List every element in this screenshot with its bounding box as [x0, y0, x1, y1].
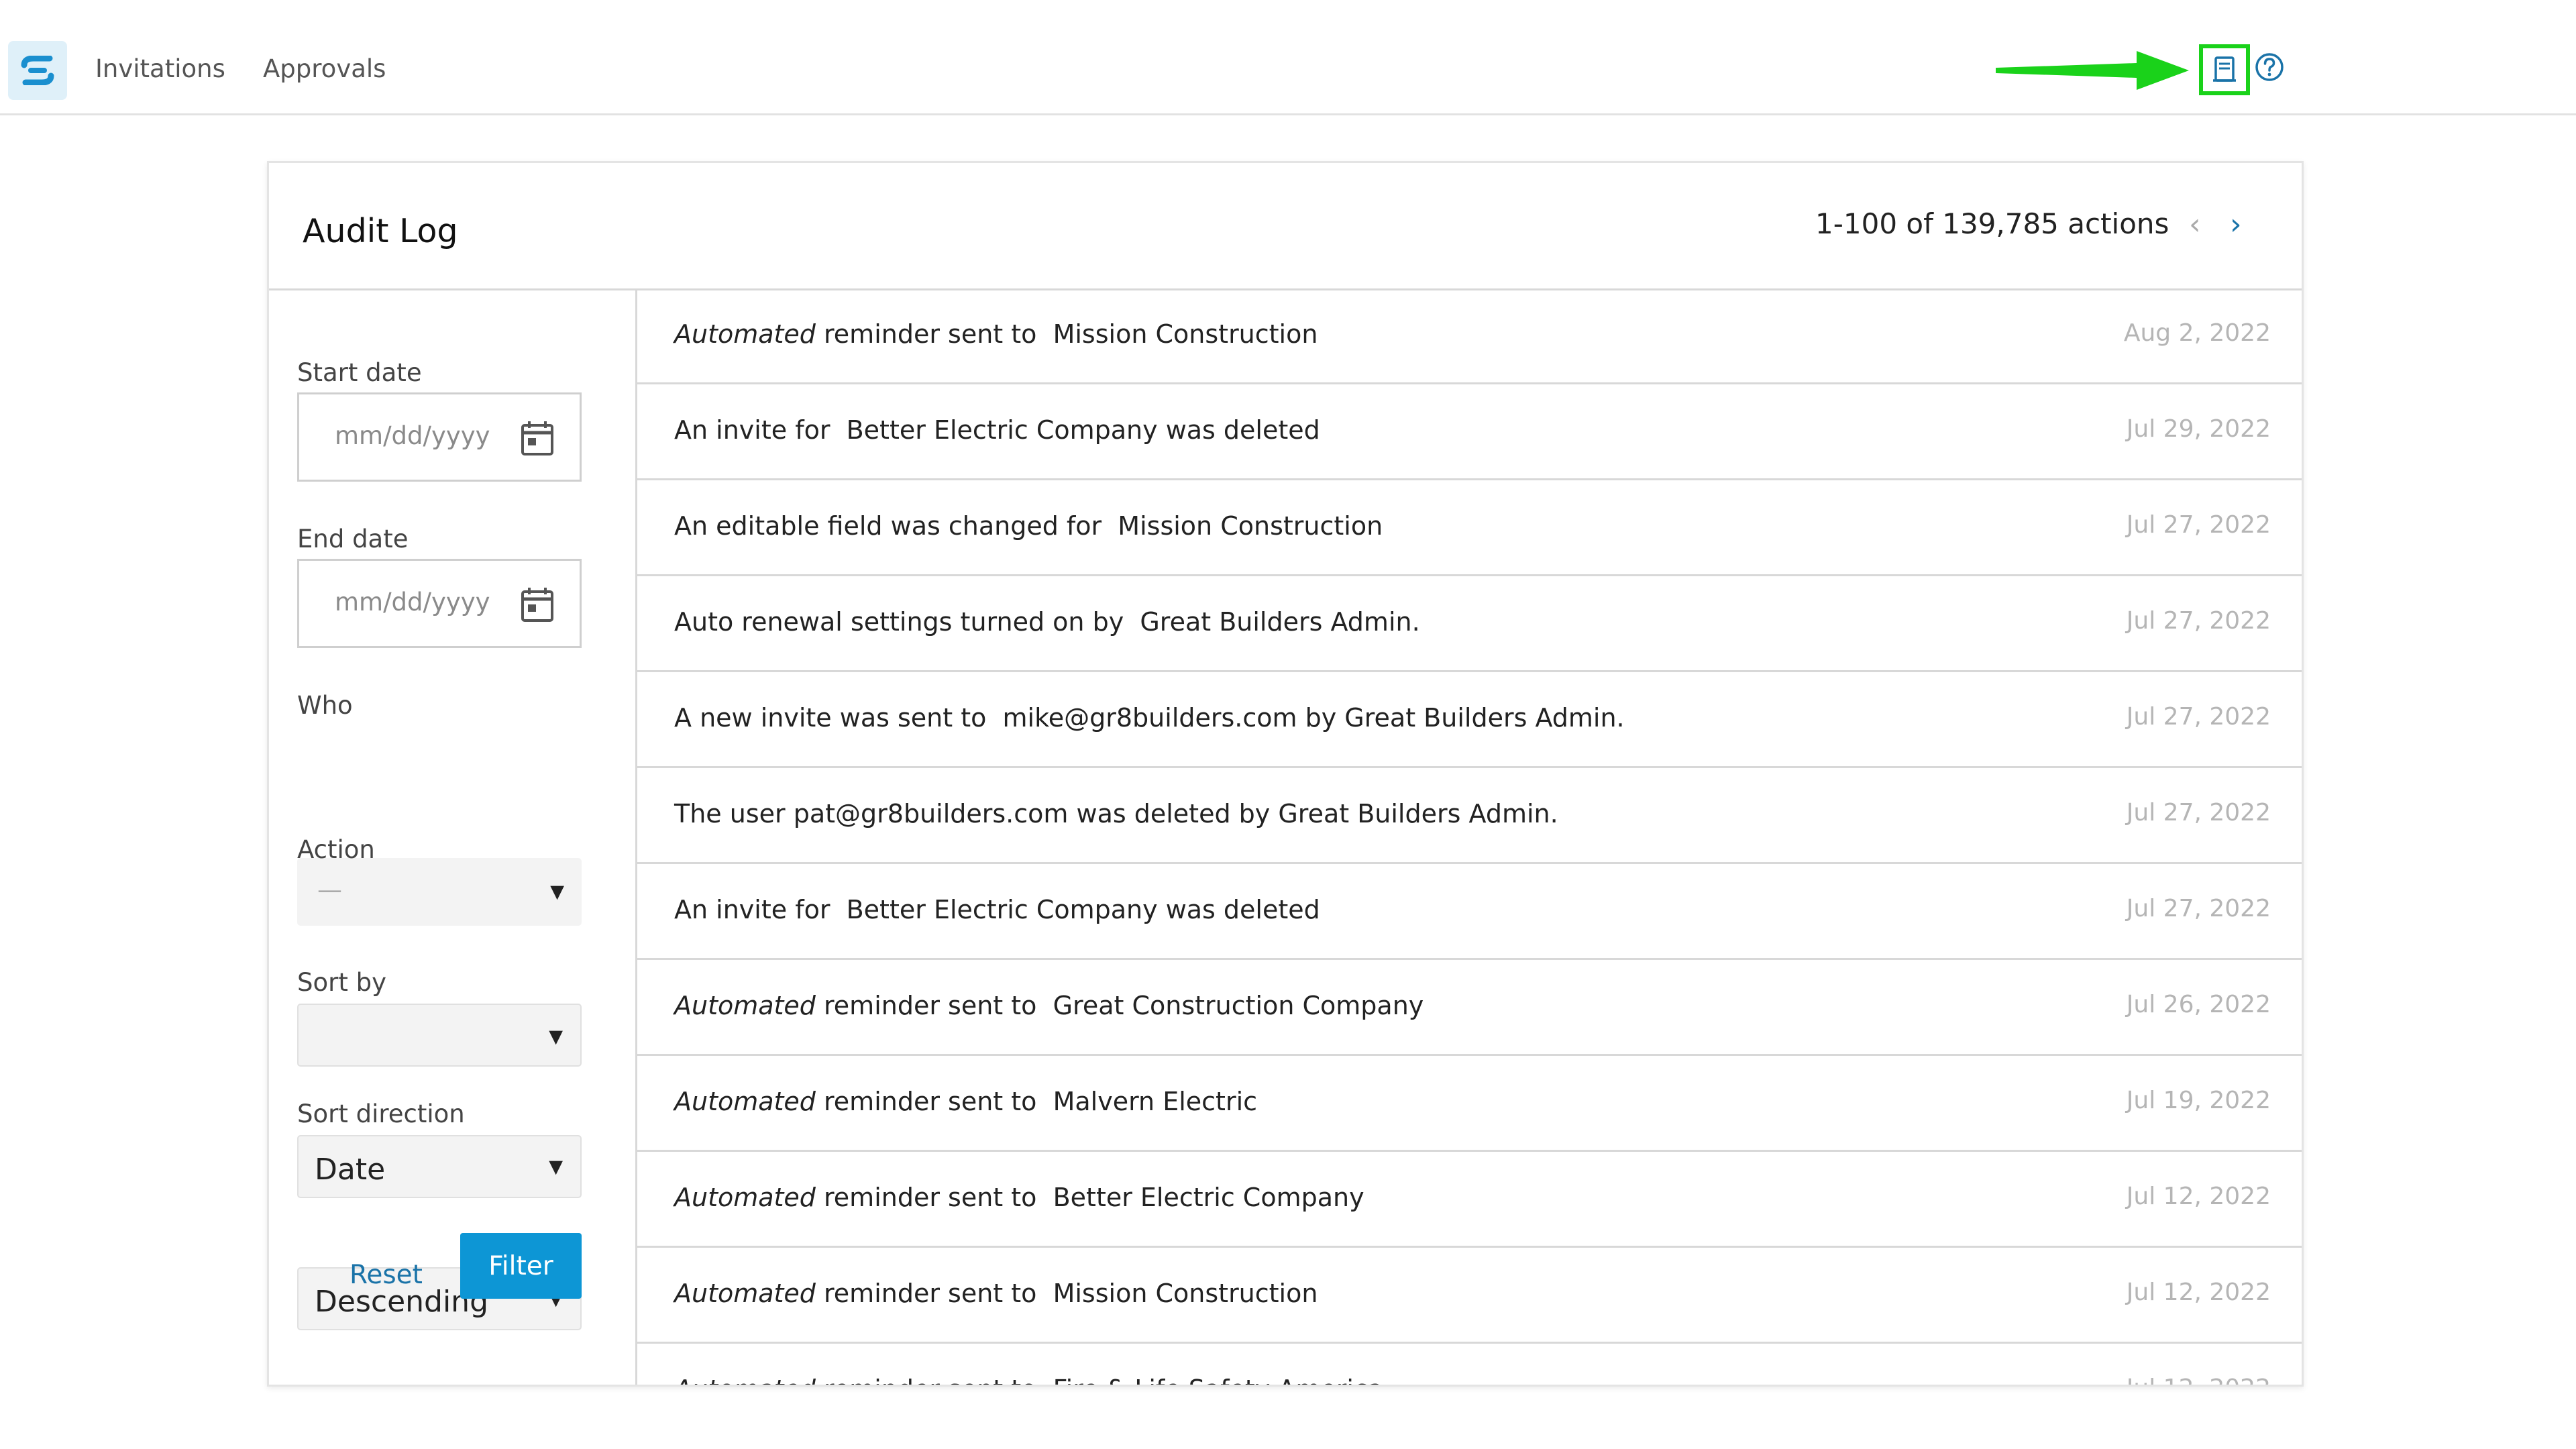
- sort-by-label: Sort by: [297, 968, 386, 997]
- log-entry-row: Automated reminder sent to Malvern Elect…: [637, 1056, 2302, 1152]
- log-entry-row: A new invite was sent to mike@gr8builder…: [637, 672, 2302, 768]
- log-entry-text: The user pat@gr8builders.com was deleted…: [674, 799, 1558, 828]
- logo-icon[interactable]: [8, 41, 67, 100]
- top-navigation: Invitations Approvals: [0, 0, 2576, 115]
- log-entry-date: Jul 19, 2022: [2126, 1087, 2271, 1114]
- automated-label: Automated: [674, 991, 816, 1020]
- filter-sidebar: Start date mm/dd/yyyy End date mm/dd/yyy…: [269, 288, 637, 1385]
- start-date-input[interactable]: mm/dd/yyyy: [297, 392, 582, 482]
- log-entry-text: An invite for Better Electric Company wa…: [674, 895, 1320, 924]
- log-entry-text: Automated reminder sent to Great Constru…: [674, 991, 1424, 1020]
- log-entry-message: An editable field was changed for Missio…: [674, 511, 1383, 541]
- log-entry-message: reminder sent to Malvern Electric: [815, 1087, 1258, 1116]
- chevron-down-icon: ▼: [549, 1157, 563, 1177]
- start-date-label: Start date: [297, 358, 422, 387]
- automated-label: Automated: [674, 1183, 816, 1212]
- log-entry-date: Jul 27, 2022: [2126, 799, 2271, 826]
- filter-button[interactable]: Filter: [460, 1233, 582, 1299]
- log-entry-message: An invite for Better Electric Company wa…: [674, 415, 1320, 445]
- audit-log-icon: [2213, 56, 2236, 82]
- who-select[interactable]: — ▼: [297, 858, 582, 926]
- sort-by-select-value: Date: [315, 1152, 386, 1187]
- nav-approvals-link[interactable]: Approvals: [263, 54, 386, 83]
- log-entry-message: A new invite was sent to mike@gr8builder…: [674, 703, 1625, 733]
- log-entry-row: The user pat@gr8builders.com was deleted…: [637, 768, 2302, 864]
- log-entry-date: Jul 12, 2022: [2126, 1279, 2271, 1306]
- end-date-input[interactable]: mm/dd/yyyy: [297, 559, 582, 648]
- log-entry-date: Jul 12, 2022: [2126, 1183, 2271, 1210]
- end-date-label: End date: [297, 525, 409, 553]
- sort-direction-label: Sort direction: [297, 1099, 465, 1128]
- who-select-value: —: [317, 875, 342, 904]
- reset-button[interactable]: Reset: [350, 1260, 423, 1290]
- log-entry-row: An invite for Better Electric Company wa…: [637, 864, 2302, 960]
- log-entry-text: Automated reminder sent to Mission Const…: [674, 319, 1318, 349]
- log-entry-message: The user pat@gr8builders.com was deleted…: [674, 799, 1558, 828]
- log-entry-message: reminder sent to Mission Construction: [815, 319, 1318, 349]
- nav-invitations-link[interactable]: Invitations: [95, 54, 225, 83]
- page-title: Audit Log: [303, 212, 458, 250]
- action-select[interactable]: ▼: [297, 1004, 582, 1067]
- calendar-icon[interactable]: [521, 420, 554, 456]
- log-entry-row: Automated reminder sent to Better Electr…: [637, 1152, 2302, 1248]
- log-entry-message: reminder sent to Great Construction Comp…: [815, 991, 1424, 1020]
- action-label: Action: [297, 835, 375, 864]
- log-entry-message: Auto renewal settings turned on by Great…: [674, 607, 1420, 637]
- help-icon[interactable]: [2254, 52, 2285, 83]
- sort-by-select[interactable]: Date ▼: [297, 1135, 582, 1198]
- log-entry-row: An editable field was changed for Missio…: [637, 480, 2302, 576]
- log-entry-date: Jul 27, 2022: [2126, 895, 2271, 922]
- audit-log-card: Audit Log 1-100 of 139,785 actions ‹ › S…: [267, 161, 2304, 1387]
- log-entry-text: Automated reminder sent to Better Electr…: [674, 1183, 1364, 1212]
- who-label: Who: [297, 691, 353, 720]
- log-entry-text: Automated reminder sent to Malvern Elect…: [674, 1087, 1257, 1116]
- automated-label: Automated: [674, 319, 816, 349]
- log-entry-date: Jul 12, 2022: [2127, 1375, 2271, 1385]
- log-entry-row: An invite for Better Electric Company wa…: [637, 384, 2302, 480]
- log-entry-text: Automated reminder sent to Mission Const…: [674, 1279, 1318, 1308]
- log-entry-text: An editable field was changed for Missio…: [674, 511, 1383, 541]
- automated-label: Automated: [674, 1087, 816, 1116]
- log-entry-date: Jul 26, 2022: [2126, 991, 2271, 1018]
- log-entry-text: A new invite was sent to mike@gr8builder…: [674, 703, 1625, 733]
- log-entry-message: reminder sent to Mission Construction: [815, 1279, 1318, 1308]
- log-entry-text: An invite for Better Electric Company wa…: [674, 415, 1320, 445]
- log-entry-row: Automated reminder sent to Mission Const…: [637, 288, 2302, 384]
- log-entry-date: Jul 27, 2022: [2126, 607, 2271, 635]
- automated-label: Automated: [674, 1375, 816, 1385]
- log-entry-date: Aug 2, 2022: [2123, 319, 2271, 347]
- log-entry-message: An invite for Better Electric Company wa…: [674, 895, 1320, 924]
- log-entry-date: Jul 27, 2022: [2126, 511, 2271, 539]
- chevron-down-icon: ▼: [549, 1026, 563, 1047]
- log-entry-text: Auto renewal settings turned on by Great…: [674, 607, 1420, 637]
- audit-log-list: Automated reminder sent to Mission Const…: [637, 288, 2302, 1385]
- audit-log-button[interactable]: [2199, 44, 2250, 95]
- calendar-icon[interactable]: [521, 586, 554, 623]
- log-entry-text: Automated reminder sent to Fire & Life S…: [674, 1375, 1383, 1385]
- end-date-placeholder: mm/dd/yyyy: [335, 588, 490, 616]
- log-entry-date: Jul 27, 2022: [2126, 703, 2271, 731]
- log-entry-row: Auto renewal settings turned on by Great…: [637, 576, 2302, 672]
- annotation-arrow: [1996, 51, 2189, 90]
- next-page-button[interactable]: ›: [2230, 207, 2242, 241]
- log-entry-row: Automated reminder sent to Mission Const…: [637, 1248, 2302, 1344]
- log-entry-message: reminder sent to Fire & Life Safety Amer…: [816, 1375, 1383, 1385]
- chevron-down-icon: ▼: [550, 881, 564, 902]
- previous-page-button[interactable]: ‹: [2189, 207, 2201, 241]
- card-header: Audit Log 1-100 of 139,785 actions ‹ ›: [269, 163, 2302, 290]
- log-entry-row: Automated reminder sent to Fire & Life S…: [637, 1344, 2302, 1385]
- automated-label: Automated: [674, 1279, 816, 1308]
- log-entry-row: Automated reminder sent to Great Constru…: [637, 960, 2302, 1056]
- pagination-summary: 1-100 of 139,785 actions: [1815, 207, 2169, 240]
- log-entry-message: reminder sent to Better Electric Company: [815, 1183, 1364, 1212]
- log-entry-date: Jul 29, 2022: [2126, 415, 2271, 443]
- start-date-placeholder: mm/dd/yyyy: [335, 421, 490, 450]
